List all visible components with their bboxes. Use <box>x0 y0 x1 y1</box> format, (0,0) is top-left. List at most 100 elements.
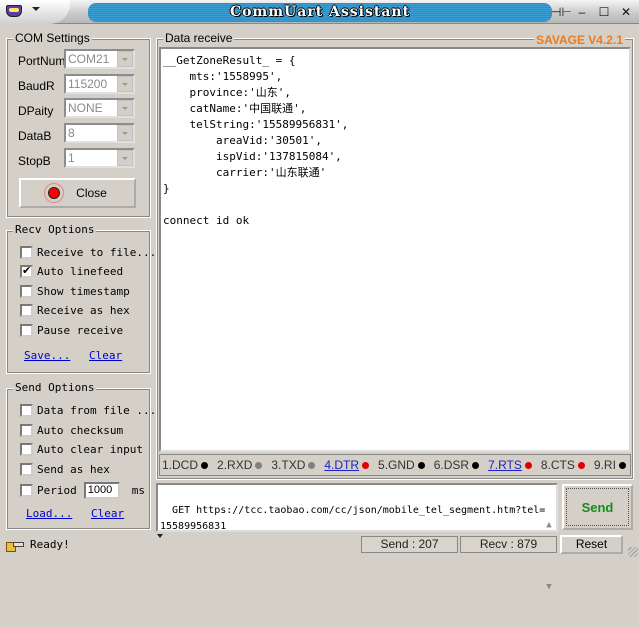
com-settings-legend: COM Settings <box>13 31 92 45</box>
chevron-down-icon[interactable] <box>117 125 133 141</box>
pause-receive-label: Pause receive <box>37 324 124 337</box>
pin-rxd: 2.RXD <box>217 458 263 472</box>
pin-rts-toggle[interactable]: 7.RTS <box>488 458 532 472</box>
period-unit: ms <box>131 484 145 497</box>
chevron-down-icon[interactable] <box>117 51 133 67</box>
auto-linefeed-checkbox[interactable] <box>20 264 33 278</box>
period-input[interactable]: 1000 <box>83 482 120 499</box>
pin-ri: 9.RI <box>594 458 626 472</box>
send-input[interactable]: GET https://tcc.taobao.com/cc/json/mobil… <box>156 483 558 592</box>
baudrate-label: BaudR <box>18 79 55 93</box>
data-receive-group: Data receive SAVAGE V4.2.1 __GetZoneResu… <box>156 31 634 480</box>
pin-dcd: 1.DCD <box>162 458 209 472</box>
pin-label: 4.DTR <box>324 458 360 472</box>
auto-clear-input-label: Auto clear input <box>37 443 143 456</box>
databits-select[interactable]: 8 <box>64 123 135 143</box>
title-bar: CommUart Assistant ⊣⊢ – ☐ ✕ <box>0 0 639 24</box>
pause-receive-option[interactable]: Pause receive <box>20 324 123 337</box>
expand-arrow-icon[interactable] <box>157 534 163 538</box>
receive-to-file-checkbox[interactable] <box>20 246 33 259</box>
send-input-value: GET https://tcc.taobao.com/cc/json/mobil… <box>160 505 546 532</box>
show-timestamp-option[interactable]: Show timestamp <box>20 285 130 298</box>
stopbits-select[interactable]: 1 <box>64 148 135 168</box>
baudrate-select[interactable]: 115200 <box>64 74 135 94</box>
pin-dot-icon <box>417 461 425 469</box>
pin-dot-icon <box>618 461 626 469</box>
status-text: Ready! <box>30 538 70 551</box>
data-from-file-checkbox[interactable] <box>20 404 33 417</box>
pin-dot-icon <box>308 461 316 469</box>
receive-textarea[interactable]: __GetZoneResult_ = { mts:'1558995', prov… <box>159 47 631 452</box>
save-received-link[interactable]: Save... <box>24 349 70 362</box>
period-checkbox[interactable] <box>20 484 33 497</box>
parity-select[interactable]: NONE <box>64 98 135 118</box>
send-as-hex-checkbox[interactable] <box>20 463 33 476</box>
close-port-button[interactable]: Close <box>19 178 136 208</box>
parity-label: DPaity <box>18 104 54 118</box>
pin-txd: 3.TXD <box>271 458 316 472</box>
chevron-down-icon[interactable] <box>117 76 133 92</box>
auto-clear-input-checkbox[interactable] <box>20 443 33 456</box>
scroll-down-icon[interactable]: ▼ <box>542 579 556 595</box>
pin-label: 8.CTS <box>540 458 575 472</box>
app-menu[interactable] <box>0 0 70 24</box>
pin-dtr-toggle[interactable]: 4.DTR <box>324 458 370 472</box>
receive-to-file-option[interactable]: Receive to file... <box>20 246 156 259</box>
period-option[interactable]: Period 1000 ms <box>20 482 145 499</box>
auto-clear-input-option[interactable]: Auto clear input <box>20 443 143 456</box>
receive-to-file-label: Receive to file... <box>37 246 157 259</box>
close-window-button[interactable]: ✕ <box>617 3 635 21</box>
reset-counter-button[interactable]: Reset <box>560 535 623 554</box>
pause-receive-checkbox[interactable] <box>20 324 33 337</box>
pin-icon[interactable]: ⊣⊢ <box>551 3 572 21</box>
brand-version: SAVAGE V4.2.1 <box>534 33 625 47</box>
maximize-button[interactable]: ☐ <box>595 3 613 21</box>
pin-label: 3.TXD <box>271 458 306 472</box>
receive-as-hex-label: Receive as hex <box>37 304 130 317</box>
serial-port-icon[interactable] <box>6 5 22 17</box>
send-options-legend: Send Options <box>13 381 97 394</box>
pin-label: 1.DCD <box>162 458 199 472</box>
pin-dot-icon <box>201 461 209 469</box>
databits-label: DataB <box>18 129 52 143</box>
pointing-hand-icon <box>6 539 24 552</box>
data-from-file-option[interactable]: Data from file ... <box>20 404 156 417</box>
minimize-button[interactable]: – <box>573 3 591 21</box>
data-receive-legend: Data receive <box>163 31 235 45</box>
portnum-value: COM21 <box>68 52 110 66</box>
pin-status-bar: 1.DCD 2.RXD 3.TXD 4.DTR 5.GND 6.DSR 7.RT… <box>159 454 631 476</box>
pin-label: 6.DSR <box>433 458 470 472</box>
portnum-label: PortNum <box>18 54 66 68</box>
receive-as-hex-checkbox[interactable] <box>20 304 33 317</box>
pin-dot-icon <box>255 461 263 469</box>
status-ready: Ready! <box>6 538 70 552</box>
receive-as-hex-option[interactable]: Receive as hex <box>20 304 130 317</box>
send-as-hex-label: Send as hex <box>37 463 110 476</box>
send-counter: Send : 207 <box>361 536 458 553</box>
pin-dsr: 6.DSR <box>433 458 480 472</box>
portnum-select[interactable]: COM21 <box>64 49 135 69</box>
clear-received-link[interactable]: Clear <box>89 349 122 362</box>
resize-grip-icon[interactable] <box>628 547 638 557</box>
stopbits-value: 1 <box>68 151 75 165</box>
pin-dot-icon <box>472 461 480 469</box>
clear-send-link[interactable]: Clear <box>91 507 124 520</box>
pin-label: 2.RXD <box>217 458 253 472</box>
auto-checksum-option[interactable]: Auto checksum <box>20 424 123 437</box>
load-file-link[interactable]: Load... <box>26 507 72 520</box>
chevron-down-icon[interactable] <box>117 100 133 116</box>
auto-linefeed-option[interactable]: Auto linefeed <box>20 264 123 278</box>
show-timestamp-checkbox[interactable] <box>20 285 33 298</box>
port-status-led-icon <box>48 187 61 199</box>
databits-value: 8 <box>68 126 75 140</box>
dropdown-arrow-icon[interactable] <box>32 7 40 11</box>
send-button[interactable]: Send <box>562 484 633 530</box>
baudrate-value: 115200 <box>68 77 108 91</box>
scroll-up-icon[interactable]: ▲ <box>542 517 556 533</box>
chevron-down-icon[interactable] <box>117 150 133 166</box>
send-as-hex-option[interactable]: Send as hex <box>20 463 110 476</box>
show-timestamp-label: Show timestamp <box>37 285 130 298</box>
auto-checksum-checkbox[interactable] <box>20 424 33 437</box>
send-input-scrollbar[interactable]: ▲ ▼ <box>542 485 556 592</box>
pin-dot-icon <box>362 461 370 469</box>
